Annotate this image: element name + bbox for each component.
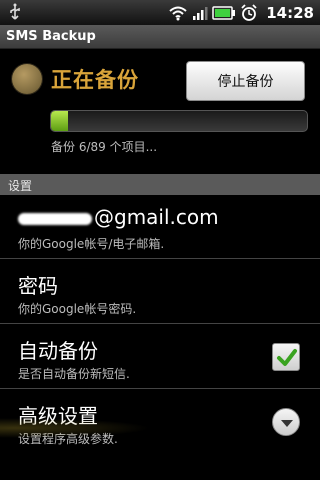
- redacted-username: [18, 212, 92, 225]
- auto-backup-checkbox[interactable]: [272, 343, 300, 371]
- signal-icon: [193, 6, 208, 20]
- settings-section-header: 设置: [0, 174, 320, 195]
- auto-backup-title: 自动备份: [18, 339, 98, 363]
- auto-backup-summary: 是否自动备份新短信.: [18, 367, 130, 381]
- account-preference[interactable]: @gmail.com 你的Google帐号/电子邮箱.: [0, 195, 320, 259]
- clock: 14:28: [266, 3, 314, 22]
- password-summary: 你的Google帐号密码.: [18, 302, 137, 316]
- backup-status-panel: 正在备份 停止备份 备份 6/89 个项目...: [0, 49, 320, 174]
- status-bar: 14:28: [0, 0, 320, 25]
- section-label: 设置: [8, 179, 33, 193]
- backup-status-title: 正在备份: [51, 68, 139, 92]
- expand-button[interactable]: [272, 408, 300, 436]
- progress-text: 备份 6/89 个项目...: [51, 140, 158, 154]
- backup-status-icon: [12, 64, 42, 94]
- password-preference[interactable]: 密码 你的Google帐号密码.: [0, 260, 320, 324]
- decorative-glow: [0, 418, 150, 438]
- progress-fill: [51, 111, 69, 131]
- chevron-down-icon: [281, 420, 293, 427]
- backup-progress-bar: [50, 110, 308, 132]
- app-title-bar: SMS Backup: [0, 25, 320, 49]
- wifi-icon: [169, 6, 187, 20]
- stop-backup-button[interactable]: 停止备份: [186, 61, 305, 101]
- password-title: 密码: [18, 274, 58, 298]
- battery-icon: [212, 5, 236, 20]
- alarm-icon: [241, 3, 257, 21]
- usb-icon: [10, 3, 20, 20]
- account-email: @gmail.com: [18, 205, 219, 229]
- account-summary: 你的Google帐号/电子邮箱.: [18, 237, 165, 251]
- auto-backup-preference[interactable]: 自动备份 是否自动备份新短信.: [0, 325, 320, 389]
- app-title: SMS Backup: [6, 29, 96, 44]
- checkmark-icon: [277, 349, 297, 366]
